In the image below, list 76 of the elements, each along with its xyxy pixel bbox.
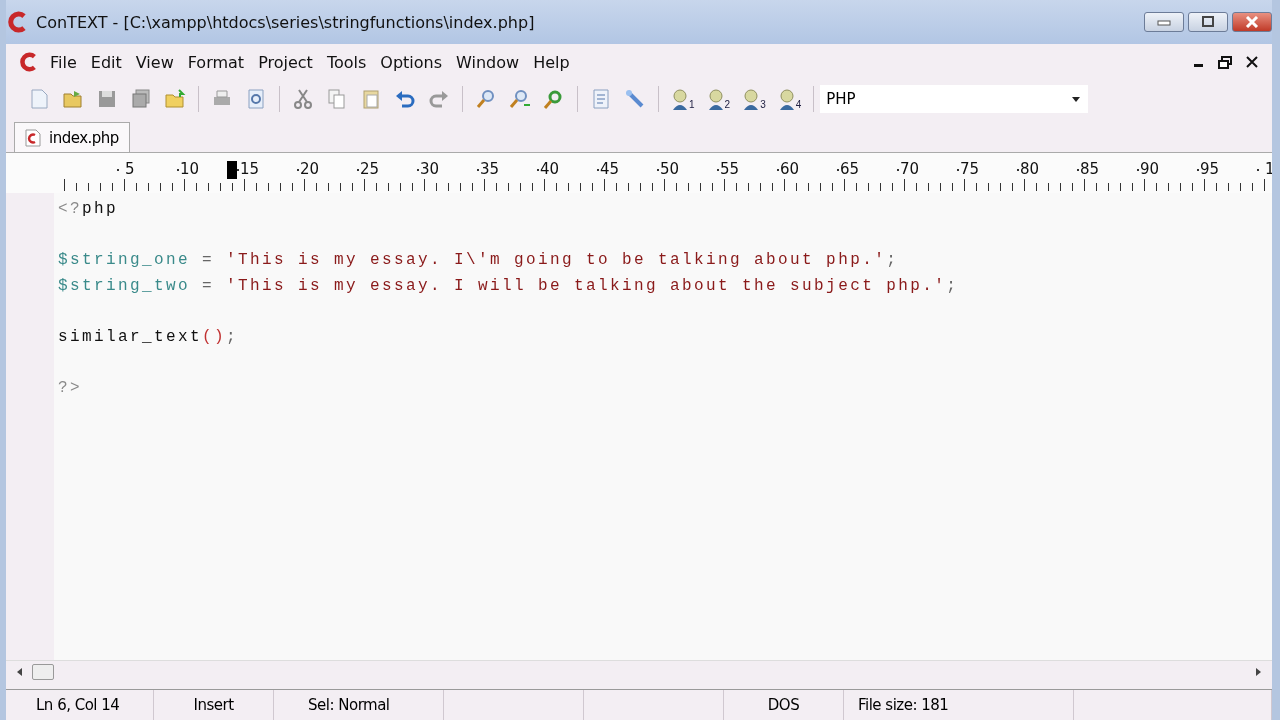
paste-icon[interactable] — [360, 88, 382, 110]
scroll-right-icon[interactable] — [1254, 668, 1262, 676]
close-icon — [1245, 16, 1259, 28]
close-button[interactable] — [1232, 12, 1272, 32]
ruler-number: 90 — [1140, 160, 1160, 178]
bookmark-button[interactable]: 3 — [742, 88, 766, 110]
save-all-icon[interactable] — [130, 88, 152, 110]
ruler-cursor-marker — [227, 161, 237, 179]
menu-item[interactable]: Options — [374, 50, 449, 74]
ruler-number: 25 — [360, 160, 380, 178]
code-line: $string_two = 'This is my essay. I will be talking about the subject php.'; — [58, 275, 959, 297]
ruler-number: 65 — [840, 160, 860, 178]
ruler-number: 70 — [900, 160, 920, 178]
file-tab[interactable]: index.php — [14, 122, 130, 152]
edit-mode: Insert — [154, 690, 274, 720]
file-size: File size: 181 — [844, 690, 1074, 720]
open-folder-icon[interactable] — [62, 88, 84, 110]
find-next-icon[interactable] — [509, 88, 531, 110]
code-line: ?> — [58, 377, 82, 399]
bookmark-button[interactable]: 2 — [706, 88, 731, 110]
restore-icon[interactable] — [1218, 55, 1232, 69]
save-icon[interactable] — [96, 88, 118, 110]
app-logo-icon — [8, 11, 28, 33]
bookmark-button[interactable]: 1 — [671, 88, 695, 110]
cursor-position: Ln 6, Col 14 — [6, 690, 154, 720]
caret-icon — [1072, 96, 1081, 102]
ruler-number: 40 — [540, 160, 560, 178]
selection-mode: Sel: Normal — [274, 690, 444, 720]
ruler-number: 15 — [240, 160, 260, 178]
print-preview-icon[interactable] — [245, 88, 267, 110]
maximize-icon — [1201, 16, 1215, 28]
close-icon[interactable] — [1246, 56, 1258, 68]
document-list-icon[interactable] — [590, 88, 612, 110]
file-icon — [25, 128, 41, 147]
menu-item[interactable]: Window — [450, 50, 526, 74]
window-title: ConTEXT - [C:\xampp\htdocs\series\stringfunctions\index.php] — [36, 12, 535, 32]
ruler-number: 60 — [780, 160, 800, 178]
folder-icon[interactable] — [164, 88, 186, 110]
highlighter-dropdown[interactable]: PHP — [820, 85, 1089, 113]
minimize-icon — [1157, 18, 1171, 26]
search-icon[interactable] — [475, 88, 497, 110]
copy-icon[interactable] — [326, 88, 348, 110]
minimize-button[interactable] — [1144, 12, 1184, 32]
menu-item[interactable]: Format — [181, 50, 251, 74]
ruler-number: 5 — [125, 160, 135, 178]
code-line: similar_text(); — [58, 326, 239, 348]
ruler-number: 75 — [960, 160, 980, 178]
menu-item[interactable]: File — [44, 50, 83, 74]
menu-item[interactable]: Help — [527, 50, 576, 74]
redo-icon[interactable] — [428, 88, 450, 110]
ruler-number: 95 — [1200, 160, 1220, 178]
ruler-number: 20 — [300, 160, 320, 178]
ruler-number: 10 — [180, 160, 200, 178]
scrollbar-thumb[interactable] — [32, 664, 54, 680]
code-line: <?php — [58, 199, 119, 220]
ruler-number: 30 — [420, 160, 440, 178]
scroll-left-icon[interactable] — [16, 668, 24, 676]
ruler-number: 55 — [720, 160, 740, 178]
menu-item[interactable]: Project — [252, 50, 319, 74]
menu-item[interactable]: Edit — [84, 50, 128, 74]
code-line: $string_one = 'This is my essay. I\'m going to be talking about php.'; — [58, 250, 899, 271]
undo-icon[interactable] — [394, 88, 416, 110]
horizontal-scrollbar[interactable] — [6, 660, 1272, 683]
ruler-number: 85 — [1080, 160, 1100, 178]
maximize-button[interactable] — [1188, 12, 1228, 32]
ruler-number: 80 — [1020, 160, 1040, 178]
wrench-icon[interactable] — [624, 88, 646, 110]
scissors-icon[interactable] — [292, 88, 314, 110]
line-endings: DOS — [724, 690, 844, 720]
ruler-number: 50 — [660, 160, 680, 178]
app-logo-icon[interactable] — [20, 52, 38, 72]
bookmark-button[interactable]: 4 — [777, 88, 802, 110]
ruler-number: 35 — [480, 160, 500, 178]
ruler-number: 45 — [600, 160, 620, 178]
menu-item[interactable]: View — [129, 50, 180, 74]
menu-item[interactable]: Tools — [320, 50, 373, 74]
